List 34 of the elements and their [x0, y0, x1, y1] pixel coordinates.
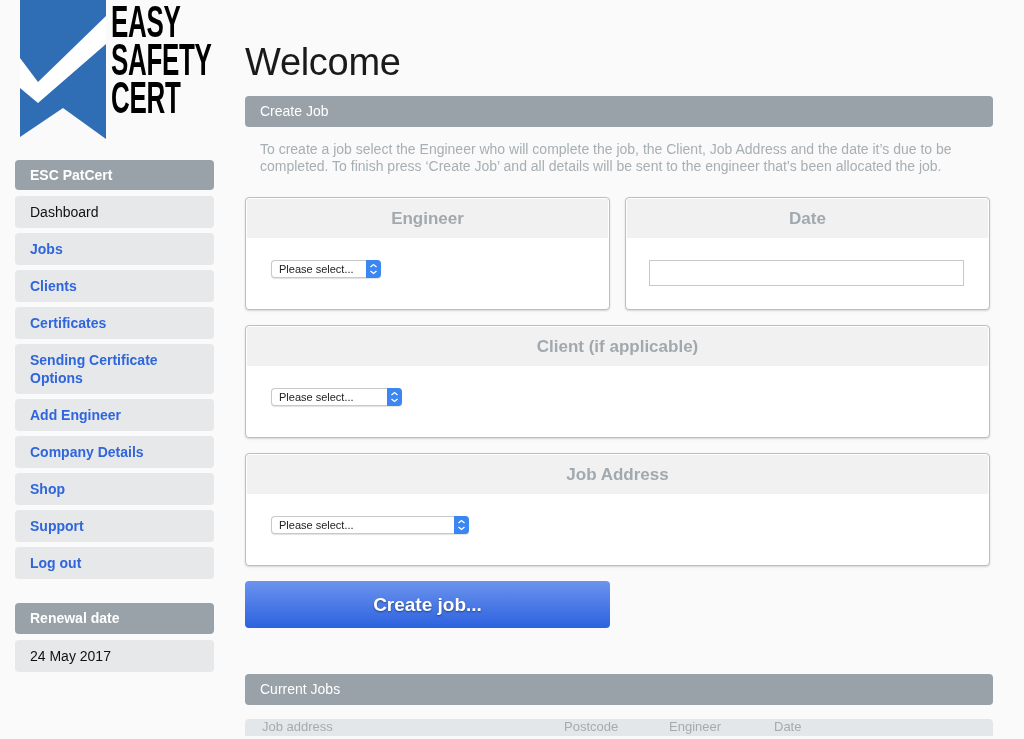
stepper-icon: [387, 388, 402, 406]
sidebar-item[interactable]: Company Details: [15, 436, 214, 468]
sidebar-item[interactable]: Sending Certificate Options: [15, 344, 214, 394]
sidebar-item[interactable]: Clients: [15, 270, 214, 302]
section-header: Create Job: [245, 96, 993, 127]
card-heading: Job Address: [247, 455, 988, 494]
card-heading: Engineer: [247, 199, 608, 238]
select-dropdown[interactable]: Please select...: [271, 388, 402, 406]
column-header: Date: [774, 719, 802, 736]
sidebar-item[interactable]: Log out: [15, 547, 214, 579]
logo-wordmark: EASY SAFETY CERT: [111, 3, 212, 117]
select-dropdown[interactable]: Please select...: [271, 260, 381, 278]
sidebar-item[interactable]: Support: [15, 510, 214, 542]
sidebar-item[interactable]: Jobs: [15, 233, 214, 265]
renewal-date: 24 May 2017: [15, 640, 214, 672]
sidebar-heading: ESC PatCert: [15, 160, 214, 190]
date-input-field[interactable]: [649, 260, 964, 286]
select-dropdown[interactable]: Please select...: [271, 516, 469, 534]
card-heading: Client (if applicable): [247, 327, 988, 366]
renewal-heading: Renewal date: [15, 603, 214, 634]
stepper-icon: [454, 516, 469, 534]
instructions-text: To create a job select the Engineer who will complete the job, the Client, Job Address and the date it’s due to be completed. To finish press ‘Create Job’ and all details will be sent to the engineer that’s been allocated the job.: [259, 141, 953, 175]
sidebar-item[interactable]: Add Engineer: [15, 399, 214, 431]
column-header: Job address: [262, 719, 334, 736]
sidebar-item[interactable]: Dashboard: [15, 196, 214, 228]
page-title: Welcome: [245, 40, 402, 85]
sidebar-item[interactable]: Shop: [15, 473, 214, 505]
column-header: Engineer: [669, 719, 723, 736]
card-heading: Date: [627, 199, 988, 238]
column-header: Postcode: [564, 719, 620, 736]
stepper-icon: [366, 260, 381, 278]
sidebar-item[interactable]: Certificates: [15, 307, 214, 339]
create-job-button[interactable]: Create job...: [245, 581, 610, 628]
section-header: Current Jobs: [245, 674, 993, 705]
